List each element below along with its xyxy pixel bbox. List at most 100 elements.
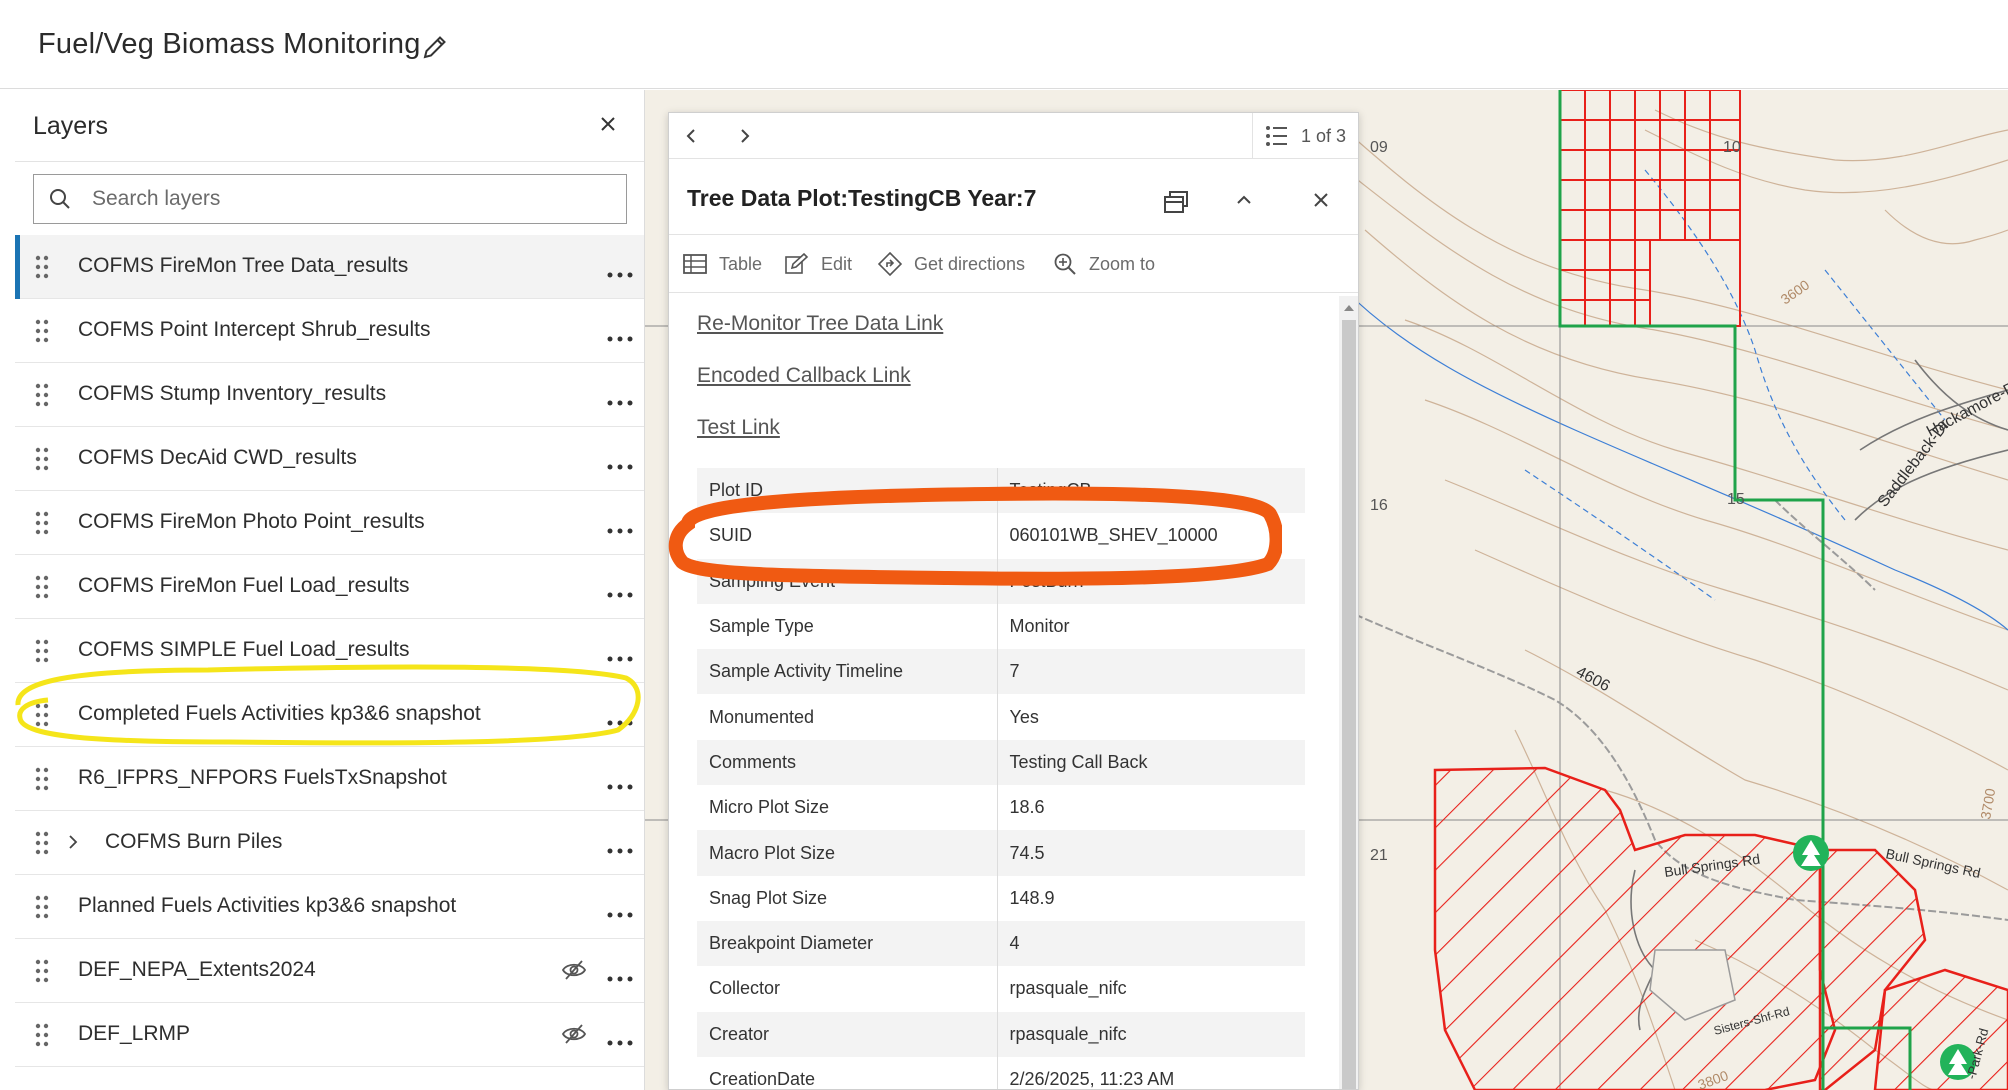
layer-row[interactable]: COFMS FireMon Fuel Load_results	[15, 555, 644, 619]
attribute-key: Sample Type	[697, 603, 998, 650]
attribute-value: PostBurn	[997, 558, 1305, 604]
layer-name: DEF_LRMP	[78, 1022, 191, 1045]
get-directions-button[interactable]: Get directions	[878, 251, 1025, 277]
more-options-icon[interactable]	[607, 969, 633, 987]
drag-handle-icon[interactable]	[35, 703, 49, 732]
drag-handle-icon[interactable]	[35, 831, 49, 860]
attribute-value: 7	[997, 649, 1305, 695]
scroll-up-icon[interactable]	[1344, 304, 1354, 312]
eye-off-icon[interactable]	[561, 958, 587, 987]
search-layers-field[interactable]	[33, 174, 627, 224]
more-options-icon[interactable]	[607, 457, 633, 475]
layer-name: COFMS DecAid CWD_results	[78, 446, 357, 469]
attribute-row: Macro Plot Size 74.5	[697, 830, 1305, 876]
attribute-key: Sampling Event	[697, 558, 998, 604]
edit-label: Edit	[821, 253, 853, 274]
more-options-icon[interactable]	[607, 649, 633, 667]
table-button[interactable]: Table	[683, 251, 762, 277]
eye-off-icon[interactable]	[561, 1022, 587, 1051]
layers-header: Layers	[15, 90, 644, 162]
search-input[interactable]	[92, 183, 612, 215]
dock-icon[interactable]	[1163, 189, 1189, 215]
attribute-value: rpasquale_nifc	[1009, 978, 1127, 999]
grid-label: 16	[1370, 497, 1388, 514]
attribute-row: Sample Activity Timeline 7	[697, 649, 1305, 695]
layer-row[interactable]: COFMS Stump Inventory_results	[15, 363, 644, 427]
drag-handle-icon[interactable]	[35, 447, 49, 476]
attribute-row: Sampling Event PostBurn	[697, 558, 1305, 604]
more-options-icon[interactable]	[607, 329, 633, 347]
drag-handle-icon[interactable]	[35, 319, 49, 348]
layer-row[interactable]: COFMS FireMon Photo Point_results	[15, 491, 644, 555]
attribute-key: Micro Plot Size	[697, 785, 998, 831]
more-options-icon[interactable]	[607, 841, 633, 859]
more-options-icon[interactable]	[607, 521, 633, 539]
more-options-icon[interactable]	[607, 585, 633, 603]
layer-name: R6_IFPRS_NFPORS FuelsTxSnapshot	[78, 766, 447, 789]
layer-row[interactable]: DEF_LRMP	[15, 1003, 644, 1067]
close-icon[interactable]	[594, 110, 622, 138]
app-title: Fuel/Veg Biomass Monitoring	[38, 28, 421, 60]
attribute-row: Monumented Yes	[697, 694, 1305, 740]
layer-row[interactable]: COFMS Burn Piles	[15, 811, 644, 875]
more-options-icon[interactable]	[607, 905, 633, 923]
grid-label: 09	[1370, 139, 1388, 156]
pencil-icon[interactable]	[420, 32, 450, 62]
close-icon[interactable]	[1312, 191, 1330, 209]
zoom-to-button[interactable]: Zoom to	[1053, 251, 1155, 277]
more-options-icon[interactable]	[607, 777, 633, 795]
layer-row[interactable]: COFMS SIMPLE Fuel Load_results	[15, 619, 644, 683]
attribute-key: Collector	[697, 966, 998, 1012]
drag-handle-icon[interactable]	[35, 639, 49, 668]
attribute-value: 2/26/2025, 11:23 AM	[1009, 1069, 1175, 1089]
layer-row[interactable]: DEF_NEPA_Extents2024	[15, 939, 644, 1003]
drag-handle-icon[interactable]	[35, 383, 49, 412]
drag-handle-icon[interactable]	[35, 959, 49, 988]
chevron-up-icon[interactable]	[1235, 191, 1253, 209]
previous-feature-icon[interactable]	[683, 127, 701, 145]
attribute-key: Comments	[697, 739, 998, 786]
test-link[interactable]: Test Link	[697, 416, 943, 443]
layer-row[interactable]: Completed Fuels Activities kp3&6 snapsho…	[15, 683, 644, 747]
drag-handle-icon[interactable]	[35, 511, 49, 540]
grid-label: 15	[1727, 491, 1745, 508]
drag-handle-icon[interactable]	[35, 1023, 49, 1052]
encoded-callback-link[interactable]: Encoded Callback Link	[697, 364, 943, 391]
drag-handle-icon[interactable]	[35, 895, 49, 924]
feature-popup: 1 of 3 Tree Data Plot:TestingCB Year:7 T…	[668, 112, 1359, 1090]
grid-label: 21	[1370, 847, 1388, 864]
search-icon	[50, 189, 70, 209]
drag-handle-icon[interactable]	[35, 767, 49, 796]
zoom-icon	[1054, 253, 1076, 275]
more-options-icon[interactable]	[607, 1033, 633, 1051]
attribute-row: Creator rpasquale_nifc	[697, 1011, 1305, 1057]
attribute-key: Snag Plot Size	[697, 875, 998, 921]
attribute-row: Plot ID TestingCB	[697, 468, 1305, 514]
layer-row[interactable]: COFMS FireMon Tree Data_results	[15, 235, 644, 299]
more-options-icon[interactable]	[607, 393, 633, 411]
more-options-icon[interactable]	[607, 713, 633, 731]
next-feature-icon[interactable]	[735, 127, 753, 145]
layer-row[interactable]: Planned Fuels Activities kp3&6 snapshot	[15, 875, 644, 939]
layer-row[interactable]: COFMS DecAid CWD_results	[15, 427, 644, 491]
popup-navigation: 1 of 3	[669, 113, 1358, 159]
layer-row[interactable]: R6_IFPRS_NFPORS FuelsTxSnapshot	[15, 747, 644, 811]
drag-handle-icon[interactable]	[35, 575, 49, 604]
layer-row[interactable]: COFMS Point Intercept Shrub_results	[15, 299, 644, 363]
attribute-key: Plot ID	[697, 468, 998, 514]
popup-scrollbar[interactable]	[1339, 296, 1358, 1089]
scrollbar-thumb[interactable]	[1342, 320, 1356, 1089]
chevron-right-icon[interactable]	[67, 833, 79, 856]
tree-marker-icon[interactable]	[1793, 835, 1829, 871]
popup-actions: Table Edit Get directions Zoom to	[669, 235, 1358, 293]
attribute-key: Creator	[697, 1011, 998, 1057]
attribute-row: Collector rpasquale_nifc	[697, 966, 1305, 1012]
popup-title: Tree Data Plot:TestingCB Year:7	[687, 185, 1037, 211]
edit-button[interactable]: Edit	[785, 251, 852, 277]
feature-counter[interactable]: 1 of 3	[1252, 113, 1358, 159]
remonitor-link[interactable]: Re-Monitor Tree Data Link	[697, 312, 943, 339]
drag-handle-icon[interactable]	[35, 255, 49, 284]
attribute-table: Plot ID TestingCB SUID 060101WB_SHEV_10000 S…	[697, 468, 1305, 1089]
more-options-icon[interactable]	[607, 265, 633, 283]
attribute-value: Testing Call Back	[997, 739, 1305, 786]
